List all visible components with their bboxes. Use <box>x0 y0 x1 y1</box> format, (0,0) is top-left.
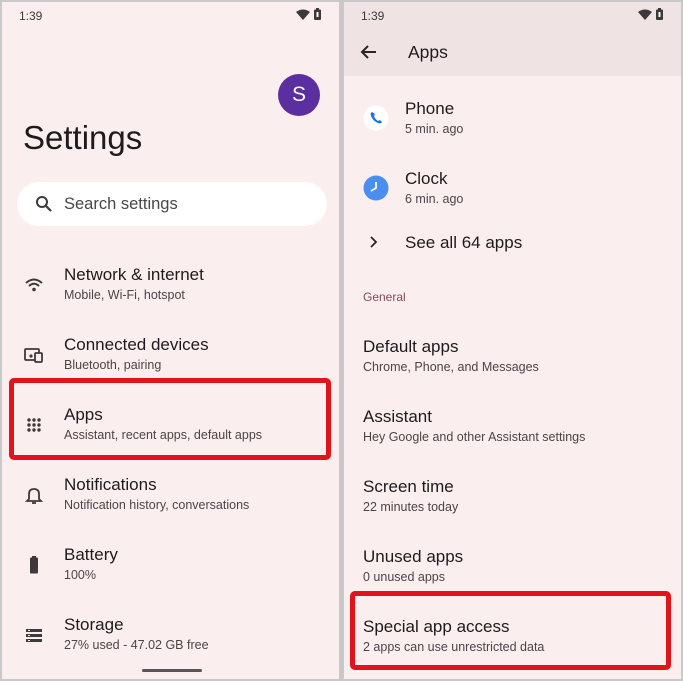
page-title: Apps <box>408 42 448 62</box>
recent-app-phone[interactable]: Phone 5 min. ago <box>344 84 681 154</box>
apps-item-subtitle: 22 minutes today <box>363 500 459 514</box>
page-title: Settings <box>23 119 143 156</box>
status-bar: 1:39 <box>344 2 681 28</box>
settings-item-subtitle: Bluetooth, pairing <box>64 358 162 372</box>
settings-item-subtitle: 100% <box>64 568 96 582</box>
phone-app-icon <box>363 105 389 131</box>
apps-item-title: Assistant <box>363 407 432 426</box>
settings-item-battery[interactable]: Battery 100% <box>2 530 339 600</box>
battery-icon <box>30 556 38 574</box>
chevron-right-icon <box>370 236 378 248</box>
see-all-apps-label: See all 64 apps <box>405 233 523 252</box>
storage-icon <box>26 629 42 642</box>
apps-item-screen-time[interactable]: Screen time 22 minutes today <box>344 462 681 532</box>
status-time: 1:39 <box>361 9 385 23</box>
devices-icon <box>24 348 43 363</box>
settings-item-title: Battery <box>64 545 118 564</box>
status-time: 1:39 <box>19 9 43 23</box>
special-access-highlight-box <box>350 591 671 670</box>
wifi-status-icon <box>296 9 310 20</box>
recent-app-subtitle: 5 min. ago <box>405 122 464 136</box>
apps-item-subtitle: Chrome, Phone, and Messages <box>363 360 539 374</box>
section-header: General <box>363 290 406 304</box>
settings-item-subtitle: Mobile, Wi-Fi, hotspot <box>64 288 185 302</box>
wifi-icon <box>25 278 43 292</box>
see-all-apps-row[interactable]: See all 64 apps <box>344 224 681 268</box>
settings-item-storage[interactable]: Storage 27% used - 47.02 GB free <box>2 600 339 670</box>
search-icon <box>36 196 52 212</box>
apps-item-title: Unused apps <box>363 547 464 566</box>
settings-item-title: Storage <box>64 615 124 634</box>
settings-item-notifications[interactable]: Notifications Notification history, conv… <box>2 460 339 530</box>
settings-item-subtitle: 27% used - 47.02 GB free <box>64 638 209 652</box>
recent-app-subtitle: 6 min. ago <box>405 192 464 206</box>
search-placeholder: Search settings <box>64 195 178 213</box>
apps-item-default-apps[interactable]: Default apps Chrome, Phone, and Messages <box>344 322 681 392</box>
recent-app-title: Phone <box>405 99 455 118</box>
avatar[interactable]: S <box>278 74 320 116</box>
apps-item-subtitle: 0 unused apps <box>363 570 446 584</box>
apps-screen: 1:39 Apps Phone 5 min. ago Clock 6 min. … <box>344 2 681 679</box>
settings-screen: 1:39 S Settings Search settings Network … <box>2 2 339 679</box>
apps-highlight-box <box>9 378 331 460</box>
apps-item-subtitle: Hey Google and other Assistant settings <box>363 430 586 444</box>
back-arrow-icon[interactable] <box>359 42 379 62</box>
recent-app-clock[interactable]: Clock 6 min. ago <box>344 154 681 224</box>
gesture-bar[interactable] <box>142 669 202 672</box>
battery-status-icon <box>656 8 663 20</box>
status-bar: 1:39 <box>2 2 339 28</box>
bell-icon <box>24 488 44 504</box>
apps-item-title: Screen time <box>363 477 454 496</box>
settings-item-title: Connected devices <box>64 335 209 354</box>
clock-app-icon <box>363 175 389 201</box>
battery-status-icon <box>314 8 321 20</box>
apps-item-assistant[interactable]: Assistant Hey Google and other Assistant… <box>344 392 681 462</box>
recent-app-title: Clock <box>405 169 448 188</box>
settings-item-title: Notifications <box>64 475 157 494</box>
apps-item-title: Default apps <box>363 337 459 356</box>
top-app-bar: Apps <box>344 28 681 76</box>
settings-item-title: Network & internet <box>64 265 204 284</box>
wifi-status-icon <box>638 9 652 20</box>
search-input[interactable]: Search settings <box>17 182 327 226</box>
settings-item-network[interactable]: Network & internet Mobile, Wi-Fi, hotspo… <box>2 250 339 320</box>
settings-item-subtitle: Notification history, conversations <box>64 498 250 512</box>
